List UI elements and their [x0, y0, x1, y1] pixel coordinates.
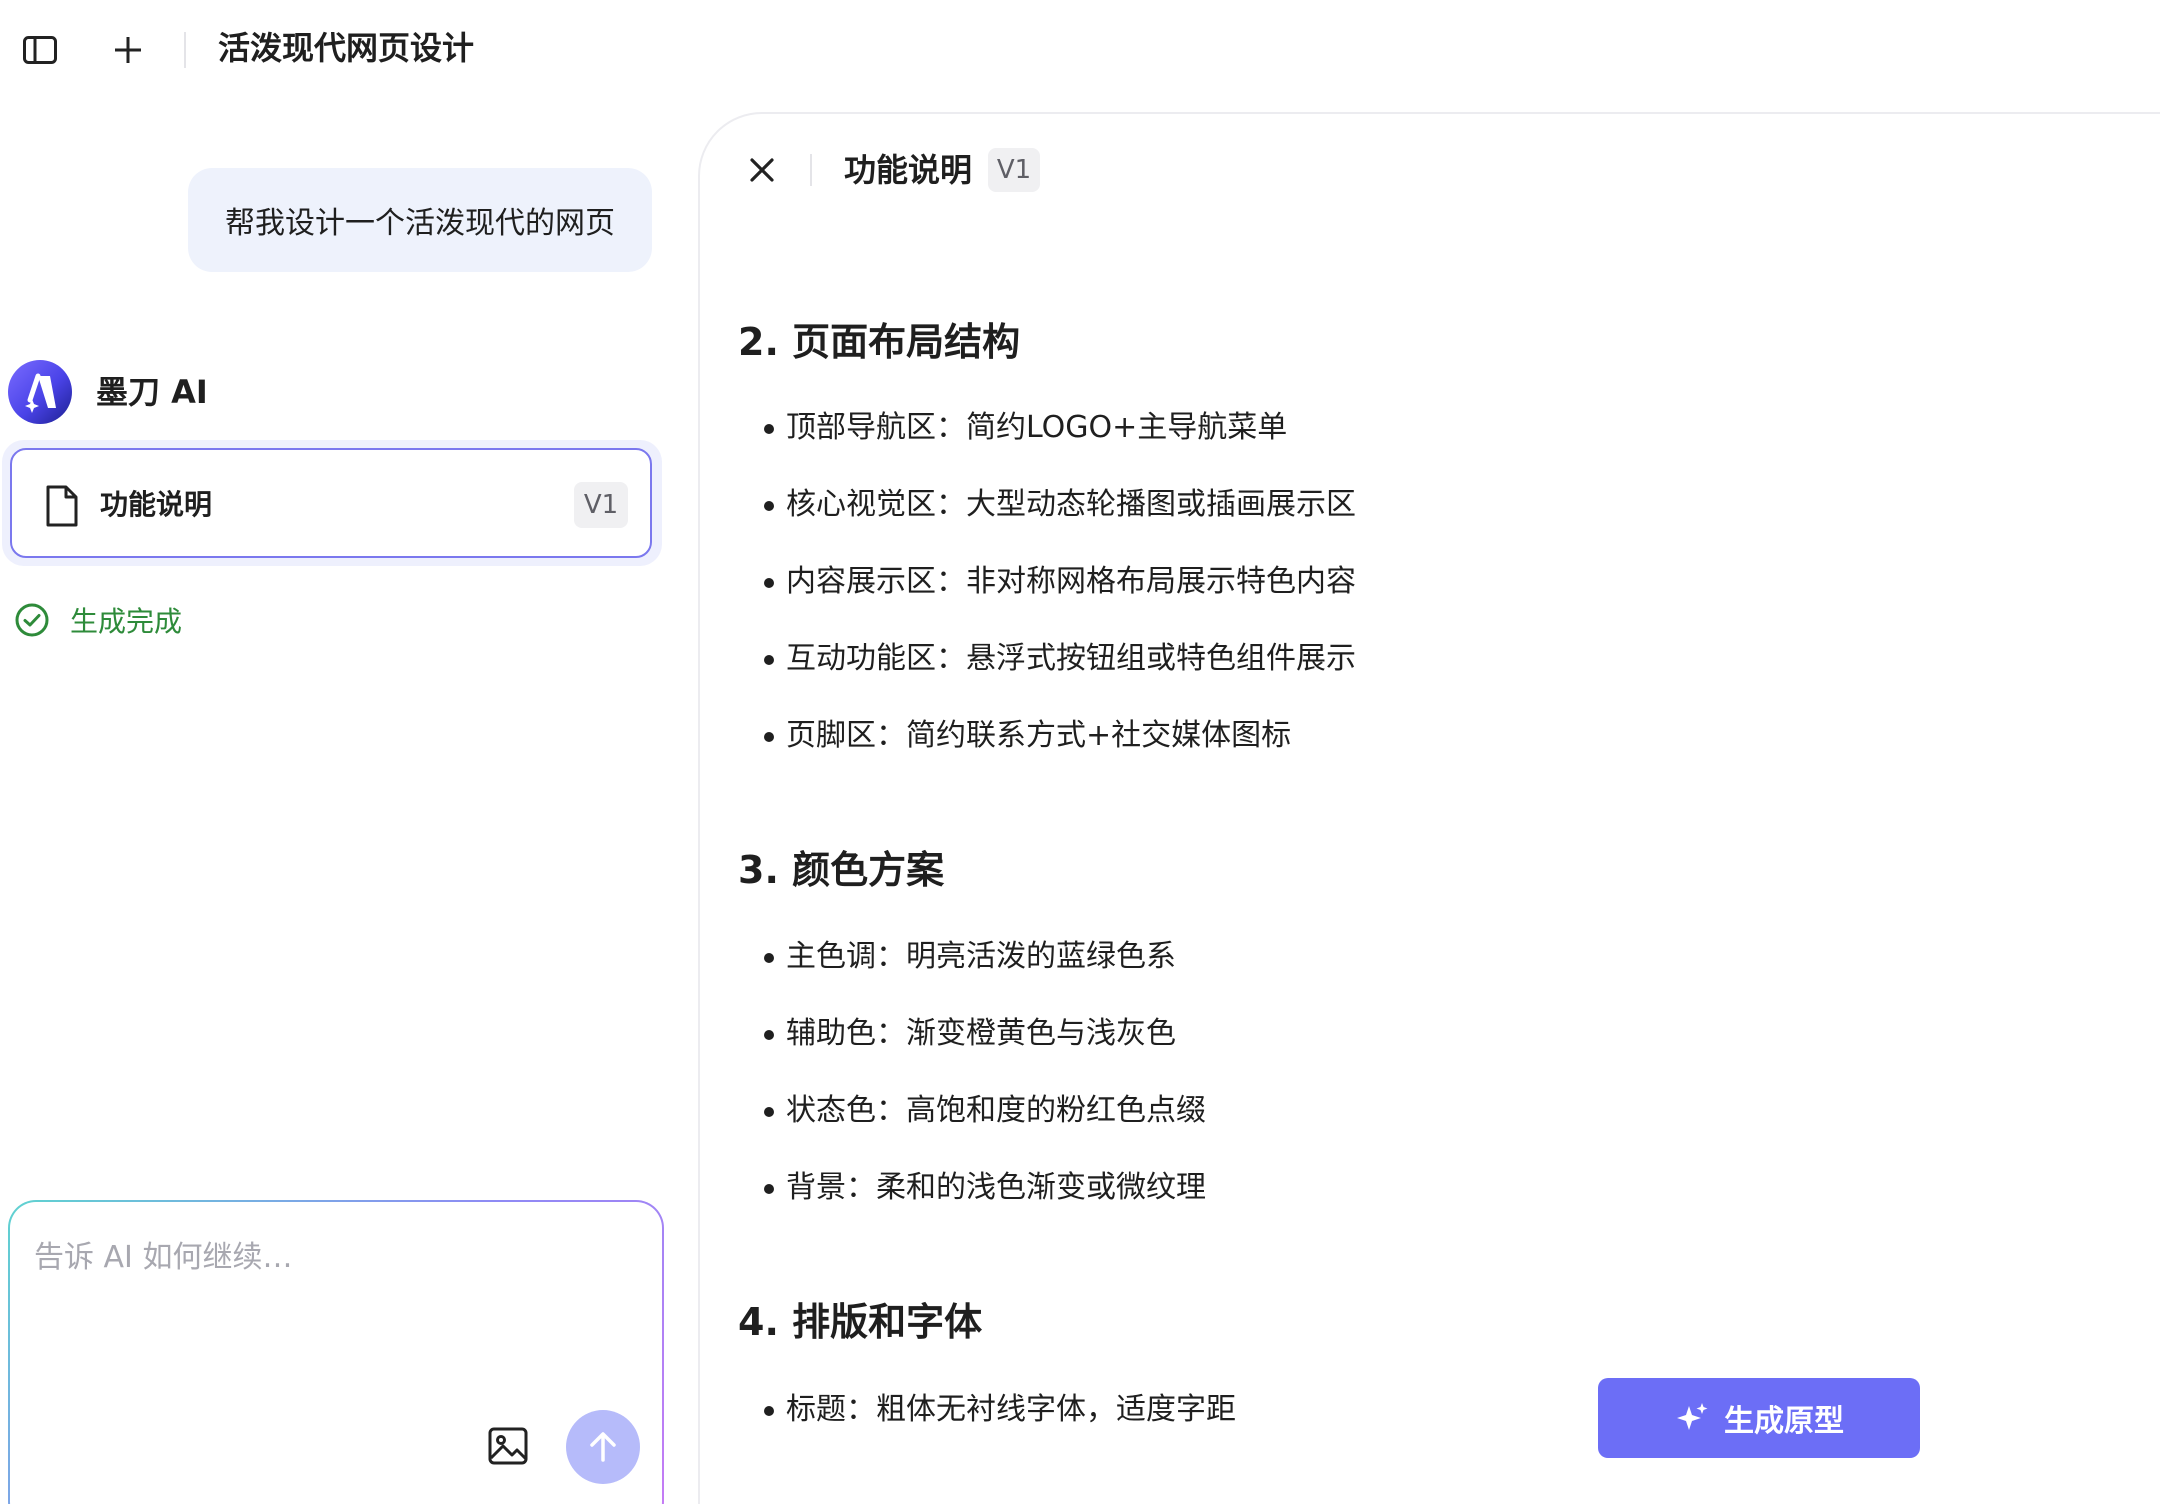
panel-header-divider	[810, 154, 812, 186]
list-item: 顶部导航区：简约LOGO+主导航菜单	[764, 407, 1356, 484]
panel-title: 功能说明	[844, 151, 973, 189]
close-icon[interactable]	[742, 148, 782, 192]
generation-status: 生成完成	[14, 600, 182, 640]
top-bar: 活泼现代网页设计	[0, 0, 2160, 100]
doc-card-version-badge: V1	[574, 482, 628, 528]
list-item: 主色调：明亮活泼的蓝绿色系	[764, 936, 1206, 1013]
section-list: 标题：粗体无衬线字体，适度字距	[764, 1389, 1236, 1466]
chat-input-box	[8, 1200, 664, 1504]
section-heading: 4. 排版和字体	[738, 1300, 983, 1344]
sidebar-toggle-icon[interactable]	[18, 28, 62, 72]
list-item: 页脚区：简约联系方式+社交媒体图标	[764, 715, 1356, 792]
section-list: 主色调：明亮活泼的蓝绿色系 辅助色：渐变橙黄色与浅灰色 状态色：高饱和度的粉红色…	[764, 936, 1206, 1244]
chat-input[interactable]	[34, 1232, 634, 1392]
section-heading: 2. 页面布局结构	[738, 320, 1021, 364]
doc-card-feature-spec[interactable]: 功能说明 V1	[10, 448, 652, 558]
ai-name: 墨刀 AI	[96, 373, 208, 411]
document-icon	[46, 485, 78, 527]
section-heading: 3. 颜色方案	[738, 848, 945, 892]
panel-version-badge[interactable]: V1	[988, 148, 1040, 192]
image-upload-icon[interactable]	[486, 1424, 530, 1468]
ai-logo-icon	[25, 373, 56, 413]
list-item: 背景：柔和的浅色渐变或微纹理	[764, 1167, 1206, 1244]
generate-prototype-label: 生成原型	[1724, 1405, 1844, 1438]
topbar-divider	[184, 32, 186, 68]
list-item: 核心视觉区：大型动态轮播图或插画展示区	[764, 484, 1356, 561]
generate-prototype-button[interactable]: 生成原型	[1598, 1378, 1920, 1458]
doc-card-label: 功能说明	[100, 488, 213, 521]
list-item: 标题：粗体无衬线字体，适度字距	[764, 1389, 1236, 1466]
arrow-up-icon	[590, 1432, 616, 1462]
check-circle-icon	[15, 603, 49, 637]
status-text: 生成完成	[70, 605, 183, 638]
new-chat-icon[interactable]	[106, 28, 150, 72]
ai-avatar	[8, 360, 72, 424]
list-item: 内容展示区：非对称网格布局展示特色内容	[764, 561, 1356, 638]
list-item: 辅助色：渐变橙黄色与浅灰色	[764, 1013, 1206, 1090]
send-button[interactable]	[566, 1410, 640, 1484]
user-message-bubble: 帮我设计一个活泼现代的网页	[188, 168, 652, 272]
project-title: 活泼现代网页设计	[218, 29, 475, 67]
sparkle-icon	[1677, 1403, 1708, 1430]
list-item: 状态色：高饱和度的粉红色点缀	[764, 1090, 1206, 1167]
section-list: 顶部导航区：简约LOGO+主导航菜单 核心视觉区：大型动态轮播图或插画展示区 内…	[764, 407, 1356, 792]
list-item: 互动功能区：悬浮式按钮组或特色组件展示	[764, 638, 1356, 715]
